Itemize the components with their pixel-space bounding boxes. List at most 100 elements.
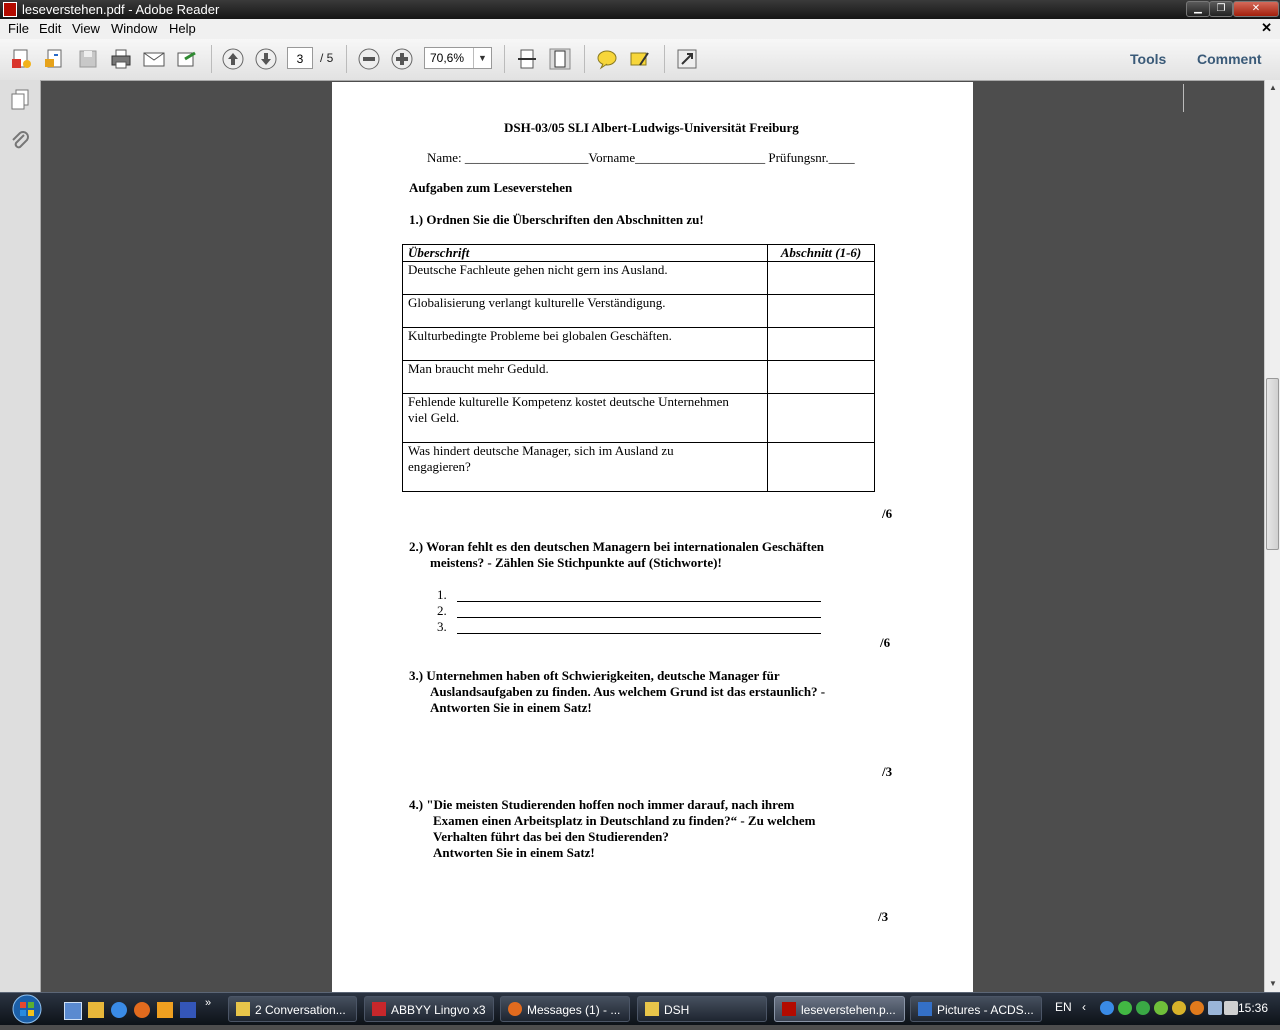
clock[interactable]: 15:36	[1238, 1001, 1268, 1015]
table-cell-heading: Globalisierung verlangt kulturelle Verst…	[402, 294, 768, 328]
title-bar: leseverstehen.pdf - Adobe Reader ▁ ❐ ✕	[0, 0, 1280, 19]
vertical-scrollbar[interactable]: ▲ ▼	[1264, 80, 1280, 992]
table-header-abschnitt: Abschnitt (1-6)	[767, 244, 875, 262]
previous-page-icon[interactable]	[221, 47, 245, 71]
answer-number-3: 3.	[437, 619, 447, 634]
minimize-button[interactable]: ▁	[1186, 1, 1210, 17]
scroll-up-icon[interactable]: ▲	[1265, 80, 1280, 96]
taskbar-item[interactable]: Messages (1) - ...	[500, 996, 630, 1022]
table-row: Deutsche Fachleute gehen nicht gern ins …	[402, 261, 875, 295]
table-row: Globalisierung verlangt kulturelle Verst…	[402, 294, 875, 328]
table-cell-answer[interactable]	[767, 261, 875, 295]
zoom-in-icon[interactable]	[390, 47, 414, 71]
table-cell-line: viel Geld.	[408, 410, 460, 425]
question-1-score: /6	[882, 506, 893, 521]
utorrent-tray-icon[interactable]	[1136, 1001, 1150, 1015]
open-icon[interactable]	[42, 47, 66, 71]
table-row: Fehlende kulturelle Kompetenz kostet deu…	[402, 393, 875, 443]
chevron-left-icon[interactable]: ‹	[1082, 1000, 1096, 1014]
chevron-right-icon[interactable]: »	[205, 997, 221, 1013]
taskbar-item-active[interactable]: leseverstehen.p...	[774, 996, 905, 1022]
comment-pane-button[interactable]: Comment	[1197, 51, 1262, 67]
menu-window[interactable]: Window	[111, 21, 157, 36]
full-screen-icon[interactable]	[675, 47, 699, 71]
zoom-out-icon[interactable]	[357, 47, 381, 71]
question-4-line-1: 4.) "Die meisten Studierenden hoffen noc…	[409, 797, 795, 812]
scroll-down-icon[interactable]: ▼	[1265, 976, 1280, 992]
pdf-page: DSH-03/05 SLI Albert-Ludwigs-Universität…	[332, 82, 973, 992]
quicklaunch-icon[interactable]	[157, 1002, 173, 1018]
folder-icon[interactable]	[88, 1002, 104, 1018]
question-4-score: /3	[878, 909, 889, 924]
answer-line-1[interactable]	[457, 601, 821, 602]
tray-icon[interactable]	[1190, 1001, 1204, 1015]
toolbar-separator	[504, 45, 505, 73]
internet-explorer-icon[interactable]	[111, 1002, 127, 1018]
table-cell-heading: Man braucht mehr Geduld.	[402, 360, 768, 394]
close-document-icon[interactable]: ✕	[1261, 20, 1272, 36]
network-tray-icon[interactable]	[1100, 1001, 1114, 1015]
save-icon[interactable]	[76, 47, 100, 71]
fit-width-icon[interactable]	[515, 47, 539, 71]
quicklaunch-icon[interactable]	[180, 1002, 196, 1018]
tools-pane-button[interactable]: Tools	[1130, 51, 1166, 67]
language-indicator[interactable]: EN	[1055, 1000, 1072, 1014]
page-number-input[interactable]: 3	[287, 47, 313, 69]
table-cell-heading: Was hindert deutsche Manager, sich im Au…	[402, 442, 768, 492]
menu-help[interactable]: Help	[169, 21, 196, 36]
menu-view[interactable]: View	[72, 21, 100, 36]
table-header-ueberschrift: Überschrift	[402, 244, 768, 262]
question-4-line-2: Examen einen Arbeitsplatz in Deutschland…	[433, 813, 816, 828]
question-2-line-1: 2.) Woran fehlt es den deutschen Manager…	[409, 539, 825, 554]
share-icon[interactable]	[175, 47, 199, 71]
table-cell-heading: Fehlende kulturelle Kompetenz kostet deu…	[402, 393, 768, 443]
question-3-line-2: Auslandsaufgaben zu finden. Aus welchem …	[430, 684, 826, 699]
email-icon[interactable]	[142, 47, 166, 71]
answer-line-3[interactable]	[457, 633, 821, 634]
table-row: Kulturbedingte Probleme bei globalen Ges…	[402, 327, 875, 361]
messenger-tray-icon[interactable]	[1118, 1001, 1132, 1015]
firefox-icon	[508, 1002, 522, 1016]
print-icon[interactable]	[109, 47, 133, 71]
start-button[interactable]	[8, 993, 46, 1025]
table-cell-answer[interactable]	[767, 327, 875, 361]
taskbar-item[interactable]: ABBYY Lingvo x3	[364, 996, 494, 1022]
attachments-icon[interactable]	[9, 130, 31, 152]
menu-file[interactable]: File	[8, 21, 29, 36]
tray-icon[interactable]	[1172, 1001, 1186, 1015]
adobe-reader-icon	[3, 2, 17, 17]
highlight-icon[interactable]	[628, 47, 652, 71]
taskbar-item[interactable]: 2 Conversation...	[228, 996, 357, 1022]
document-header: DSH-03/05 SLI Albert-Ludwigs-Universität…	[504, 120, 799, 135]
page-thumbnails-icon[interactable]	[9, 88, 31, 110]
network-status-icon[interactable]	[1208, 1001, 1222, 1015]
table-cell-answer[interactable]	[767, 442, 875, 492]
table-cell-heading: Kulturbedingte Probleme bei globalen Ges…	[402, 327, 768, 361]
table-cell-line: engagieren?	[408, 459, 471, 474]
zoom-select[interactable]: 70,6% ▼	[424, 47, 492, 69]
menu-bar: File Edit View Window Help ✕	[0, 19, 1280, 39]
next-page-icon[interactable]	[254, 47, 278, 71]
chevron-down-icon[interactable]: ▼	[473, 48, 491, 68]
volume-icon[interactable]	[1224, 1001, 1238, 1015]
menu-edit[interactable]: Edit	[39, 21, 61, 36]
close-button[interactable]: ✕	[1233, 1, 1279, 17]
adobe-reader-icon	[782, 1002, 796, 1016]
taskbar-item[interactable]: DSH	[637, 996, 767, 1022]
maximize-button[interactable]: ❐	[1209, 1, 1233, 17]
scroll-thumb[interactable]	[1266, 378, 1279, 550]
question-4-line-3: Verhalten führt das bei den Studierenden…	[433, 829, 669, 844]
sticky-note-icon[interactable]	[595, 47, 619, 71]
create-pdf-icon[interactable]	[9, 47, 33, 71]
taskbar-item[interactable]: Pictures - ACDS...	[910, 996, 1042, 1022]
lingvo-icon	[372, 1002, 386, 1016]
answer-line-2[interactable]	[457, 617, 821, 618]
table-row: Man braucht mehr Geduld.	[402, 360, 875, 394]
table-cell-answer[interactable]	[767, 393, 875, 443]
tray-icon[interactable]	[1154, 1001, 1168, 1015]
fit-page-icon[interactable]	[548, 47, 572, 71]
table-cell-answer[interactable]	[767, 360, 875, 394]
show-desktop-icon[interactable]	[64, 1002, 82, 1020]
firefox-icon[interactable]	[134, 1002, 150, 1018]
table-cell-answer[interactable]	[767, 294, 875, 328]
